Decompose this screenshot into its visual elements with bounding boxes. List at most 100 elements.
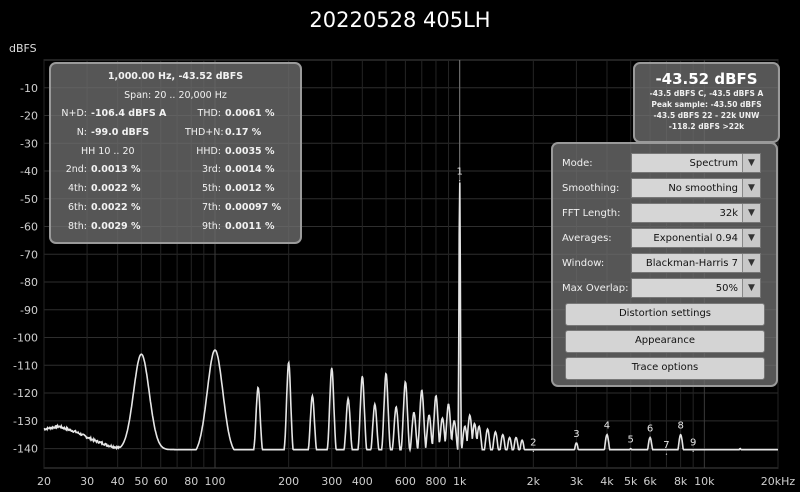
spectrum-peak [447, 403, 450, 405]
max-overlap-value: 50% [715, 283, 738, 294]
x-tick-label: 100 [205, 475, 226, 488]
y-tick-label: -100 [13, 332, 38, 345]
harmonic-label: 8 [677, 421, 683, 432]
span-readout: Span: 20 .. 20,000 Hz [124, 90, 227, 101]
x-tick-label: 60 [154, 475, 168, 488]
appearance-button[interactable]: Appearance [565, 330, 765, 353]
x-tick-label: 200 [278, 475, 299, 488]
spectrum-peak [692, 450, 694, 452]
stat-label: 6th: [68, 202, 87, 213]
spectrum-peak [441, 417, 444, 419]
spectrum-peak [288, 361, 290, 364]
spectrum-peak [680, 434, 682, 436]
stat-value: -99.0 dBFS [91, 127, 150, 138]
harmonic-label: 4 [604, 421, 610, 432]
stat-label: HHD: [196, 146, 221, 157]
smoothing-label: Smoothing: [562, 183, 620, 194]
y-tick-label: -30 [20, 137, 38, 150]
spectrum-peak [311, 395, 313, 397]
y-tick-label: -40 [20, 165, 38, 178]
stat-label: 3rd: [201, 164, 221, 175]
stat-label: 5th: [202, 183, 221, 194]
spectrum-peak [521, 439, 523, 441]
y-axis-unit: dBFS [9, 42, 37, 55]
spectrum-peak [575, 442, 578, 444]
harmonic-label: 2 [530, 437, 536, 448]
stat-value: 0.00097 % [225, 202, 282, 213]
mode-value: Spectrum [689, 158, 738, 169]
averages-row: Averages: Exponential 0.94 ▼ [562, 228, 772, 250]
harmonic-label: 6 [647, 423, 653, 434]
y-tick-label: -20 [20, 110, 38, 123]
stat-value: 0.17 % [225, 127, 262, 138]
spectrum-peak [361, 375, 363, 378]
x-tick-label: 800 [425, 475, 446, 488]
x-tick-label: 80 [184, 475, 198, 488]
spectrum-peak [421, 389, 423, 391]
spectrum-peak [469, 414, 471, 416]
trace-options-button[interactable]: Trace options [565, 357, 765, 380]
stat-value: 0.0035 % [225, 146, 275, 157]
stat-label: 8th: [68, 221, 87, 232]
stat-label: 7th: [202, 202, 221, 213]
spectrum-peak [606, 434, 608, 436]
spectrum-peak [214, 349, 216, 351]
smoothing-value: No smoothing [668, 183, 738, 194]
spectrum-peak [473, 422, 476, 425]
y-tick-label: -110 [13, 359, 38, 372]
distortion-settings-button[interactable]: Distortion settings [565, 303, 765, 326]
smoothing-select[interactable]: No smoothing ▼ [631, 178, 761, 198]
level-line-4: -118.2 dBFS >22k [668, 122, 745, 131]
spectrum-peak [453, 420, 455, 422]
y-tick-label: -50 [20, 193, 38, 206]
chevron-down-icon: ▼ [742, 204, 760, 222]
stat-value: 0.0011 % [225, 221, 275, 232]
fft-length-select[interactable]: 32k ▼ [631, 203, 761, 223]
stat-value: 0.0061 % [225, 108, 275, 119]
stat-label: 4th: [68, 183, 87, 194]
spectrum-peak [630, 447, 632, 450]
stat-label: THD: [197, 108, 221, 119]
spectrum-peak [494, 431, 497, 433]
stat-value: -106.4 dBFS A [91, 108, 167, 119]
x-tick-label: 3k [570, 475, 584, 488]
chevron-down-icon: ▼ [742, 254, 760, 272]
stat-label: 2nd: [65, 164, 87, 175]
spectrum-peak [665, 453, 668, 455]
stat-value: 0.0022 % [91, 202, 141, 213]
harmonic-label: 3 [573, 429, 579, 440]
x-tick-label: 20kHz [761, 475, 796, 488]
chart-title: 20220528 405LH [309, 8, 491, 32]
stat-value: 0.0012 % [225, 183, 275, 194]
averages-select[interactable]: Exponential 0.94 ▼ [631, 228, 761, 248]
x-tick-label: 20 [37, 475, 51, 488]
x-tick-label: 40 [111, 475, 125, 488]
max-overlap-label: Max Overlap: [562, 283, 629, 294]
max-overlap-row: Max Overlap: 50% ▼ [562, 278, 772, 300]
x-tick-label: 50 [134, 475, 148, 488]
spectrum-peak [347, 398, 349, 400]
y-tick-label: -70 [20, 248, 38, 261]
stat-label: THD+N: [185, 127, 224, 138]
harmonic-label: 7 [663, 440, 669, 451]
harmonic-label: 9 [690, 437, 696, 448]
stat-label: N+D: [61, 108, 87, 119]
y-tick-label: -80 [20, 276, 38, 289]
hh-range: HH 10 .. 20 [81, 146, 135, 157]
y-tick-label: -140 [13, 443, 38, 456]
spectrum-peak [140, 353, 142, 355]
level-readout-panel[interactable]: -43.52 dBFS -43.5 dBFS C, -43.5 dBFS A P… [633, 62, 780, 143]
spectrum-peak [478, 425, 480, 427]
harmonic-label: 5 [628, 435, 634, 446]
fft-length-label: FFT Length: [562, 208, 621, 219]
mode-select[interactable]: Spectrum ▼ [631, 153, 761, 173]
window-select[interactable]: Blackman-Harris 7 ▼ [631, 253, 761, 273]
max-overlap-select[interactable]: 50% ▼ [631, 278, 761, 298]
stat-value: 0.0014 % [225, 164, 275, 175]
distortion-stats-panel[interactable]: 1,000.00 Hz, -43.52 dBFS Span: 20 .. 20,… [49, 62, 302, 244]
level-line-3: -43.5 dBFS 22 - 22k UNW [653, 111, 760, 120]
x-tick-label: 10k [694, 475, 715, 488]
x-tick-label: 400 [352, 475, 373, 488]
chevron-down-icon: ▼ [742, 154, 760, 172]
spectrum-peak [515, 436, 517, 439]
